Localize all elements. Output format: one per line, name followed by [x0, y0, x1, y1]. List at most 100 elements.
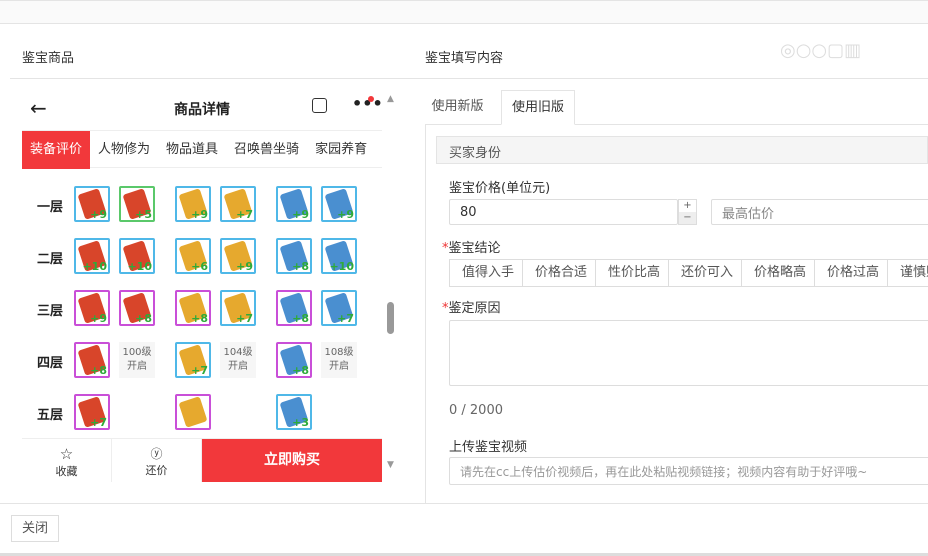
equipment-slot[interactable]: +6	[175, 238, 211, 274]
enhance-level: +8	[292, 312, 309, 325]
enhance-level: +3	[292, 416, 309, 429]
video-link-input[interactable]: 请先在cc上传估价视频后，再在此处粘贴视频链接；视频内容有助于好评哦~	[449, 457, 928, 485]
equipment-slot[interactable]: +10	[74, 238, 110, 274]
equipment-slot[interactable]: +9	[220, 238, 256, 274]
equipment-slot[interactable]: +7	[175, 342, 211, 378]
enhance-level: +10	[82, 260, 107, 273]
conclusion-option[interactable]: 还价可入	[669, 260, 742, 286]
conclusion-label: *鉴宝结论	[442, 241, 501, 256]
section-buyer-identity: 买家身份	[436, 136, 928, 164]
conclusion-option[interactable]: 值得入手	[450, 260, 523, 286]
category-tabs: 装备评价 人物修为 物品道具 召唤兽坐骑 家园养育	[22, 130, 382, 169]
buy-now-button[interactable]: 立即购买	[202, 439, 382, 482]
bargain-button[interactable]: ⓨ 还价	[112, 439, 202, 482]
phone-bottom-bar: ☆ 收藏 ⓨ 还价 立即购买	[22, 438, 382, 482]
locked-slot: 104级开启	[220, 342, 256, 378]
enhance-level: +7	[191, 364, 208, 377]
locked-text: 开启	[228, 361, 248, 372]
equipment-slot[interactable]: +3	[276, 394, 312, 430]
divider	[0, 503, 928, 504]
enhance-level: +5	[135, 208, 152, 221]
tab-old-version[interactable]: 使用旧版	[501, 90, 575, 125]
char-count: 0 / 2000	[449, 403, 503, 418]
equipment-slot[interactable]: +9	[276, 186, 312, 222]
equipment-slot[interactable]: +7	[220, 290, 256, 326]
price-stepper[interactable]: + −	[678, 199, 697, 225]
decrement-icon[interactable]: −	[679, 212, 696, 224]
back-arrow-icon[interactable]: ←	[30, 96, 47, 120]
scroll-down-icon[interactable]: ▼	[387, 460, 394, 470]
max-price-placeholder: 最高估价	[722, 206, 775, 222]
divider	[410, 78, 928, 79]
locked-text: 104级	[223, 347, 253, 358]
reason-label: *鉴定原因	[442, 301, 501, 316]
divider	[10, 78, 410, 79]
enhance-level: +8	[135, 312, 152, 325]
phone-header: ← 商品详情 •••	[22, 90, 382, 128]
row-label: 一层	[37, 200, 64, 215]
locked-text: 开启	[329, 361, 349, 372]
conclusion-option[interactable]: 价格合适	[523, 260, 596, 286]
conclusion-option[interactable]: 谨慎购买	[888, 260, 928, 286]
conclusion-option[interactable]: 性价比高	[596, 260, 669, 286]
enhance-level: +7	[236, 312, 253, 325]
close-button[interactable]: 关闭	[11, 515, 59, 542]
enhance-level: +7	[236, 208, 253, 221]
price-input[interactable]: 80	[449, 199, 678, 225]
category-tab[interactable]: 人物修为	[90, 131, 158, 169]
enhance-level: +7	[337, 312, 354, 325]
equipment-slot[interactable]: +7	[74, 394, 110, 430]
equipment-slot[interactable]: +8	[276, 238, 312, 274]
enhance-level: +9	[191, 208, 208, 221]
reason-textarea[interactable]	[449, 320, 928, 386]
equipment-slot[interactable]: +9	[74, 290, 110, 326]
scroll-up-icon[interactable]: ▲	[387, 94, 394, 104]
enhance-level: +7	[90, 416, 107, 429]
favorite-button[interactable]: ☆ 收藏	[22, 439, 112, 482]
max-price-input[interactable]: 最高估价	[711, 199, 928, 225]
tab-new-version[interactable]: 使用新版	[425, 90, 490, 124]
row-label: 四层	[37, 356, 64, 371]
conclusion-option[interactable]: 价格略高	[742, 260, 815, 286]
star-icon: ☆	[59, 445, 74, 463]
enhance-level: +8	[90, 364, 107, 377]
equipment-slot[interactable]: +5	[119, 186, 155, 222]
equipment-slot[interactable]: +10	[321, 238, 357, 274]
row-label: 三层	[37, 304, 64, 319]
price-value: 80	[460, 204, 477, 220]
equipment-slot[interactable]: +10	[119, 238, 155, 274]
equipment-slot[interactable]: +9	[74, 186, 110, 222]
reason-label-text: 鉴定原因	[448, 301, 501, 316]
conclusion-label-text: 鉴宝结论	[448, 241, 501, 256]
equipment-slot[interactable]: +7	[220, 186, 256, 222]
share-icon[interactable]	[312, 98, 327, 113]
category-tab[interactable]: 装备评价	[22, 131, 91, 169]
phone-scrollbar[interactable]: ▲ ▼	[384, 92, 398, 472]
more-icon[interactable]: •••	[352, 94, 382, 113]
equipment-slot[interactable]: +9	[175, 186, 211, 222]
equipment-slot[interactable]: +8	[175, 290, 211, 326]
watermark-logo: ◎○○▢▥	[780, 40, 862, 61]
equipment-slot[interactable]: +9	[321, 186, 357, 222]
equipment-slot[interactable]: +8	[276, 342, 312, 378]
notification-dot	[368, 96, 374, 102]
equipment-slot[interactable]: +8	[119, 290, 155, 326]
enhance-level: +9	[90, 208, 107, 221]
scroll-thumb[interactable]	[387, 302, 394, 334]
category-tab[interactable]: 召唤兽坐骑	[226, 131, 307, 169]
row-label: 二层	[37, 252, 64, 267]
conclusion-option[interactable]: 价格过高	[815, 260, 888, 286]
equipment-slot[interactable]: +8	[276, 290, 312, 326]
category-tab[interactable]: 物品道具	[158, 131, 226, 169]
equipment-slot[interactable]	[175, 394, 211, 430]
favorite-label: 收藏	[55, 465, 78, 478]
enhance-level: +9	[90, 312, 107, 325]
increment-icon[interactable]: +	[679, 200, 696, 212]
category-tab[interactable]: 家园养育	[307, 131, 375, 169]
equipment-slot[interactable]: +7	[321, 290, 357, 326]
phone-preview: ← 商品详情 ••• 装备评价 人物修为 物品道具 召唤兽坐骑 家园养育 一层 +9 +5 +…	[22, 90, 382, 482]
phone-title: 商品详情	[174, 102, 230, 118]
locked-text: 108级	[324, 347, 354, 358]
locked-slot: 108级开启	[321, 342, 357, 378]
equipment-slot[interactable]: +8	[74, 342, 110, 378]
